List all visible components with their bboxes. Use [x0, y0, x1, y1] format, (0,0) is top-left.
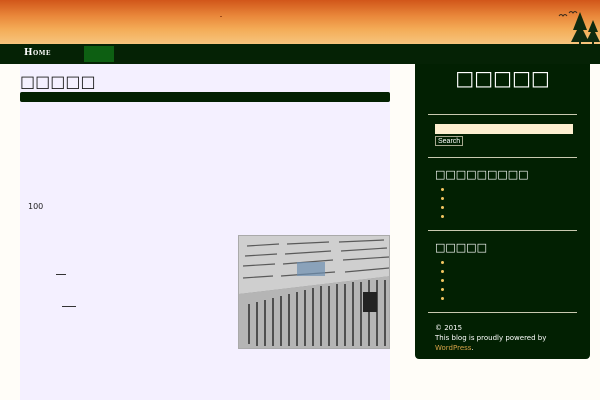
newspaper-photo — [239, 236, 389, 348]
list-item[interactable] — [441, 288, 444, 291]
list-item[interactable] — [441, 297, 444, 300]
list-item[interactable] — [441, 188, 444, 191]
sidebar-footer: © 2015 This blog is proudly powered by Wo… — [435, 323, 546, 353]
main-navigation: Home — [0, 44, 600, 64]
site-header-banner — [0, 0, 600, 46]
list-item[interactable] — [441, 261, 444, 264]
sidebar-list — [441, 261, 444, 306]
sidebar-divider — [428, 114, 577, 115]
post-body-number: 100 — [28, 202, 44, 211]
footer-copyright: © 2015 — [435, 324, 463, 332]
list-item[interactable] — [441, 270, 444, 273]
post-body-dash — [56, 274, 66, 275]
sidebar-list — [441, 188, 444, 224]
list-item[interactable] — [441, 279, 444, 282]
footer-text: This blog is proudly powered by — [435, 334, 547, 342]
trees-icon — [571, 12, 600, 46]
nav-item-current[interactable] — [84, 46, 114, 62]
title-divider-bar — [20, 92, 390, 102]
sidebar-title: □□□□□ — [455, 66, 550, 90]
sidebar-divider — [428, 230, 577, 231]
post-title[interactable]: □□□□□ — [20, 72, 96, 91]
main-content: □□□□□ 100 — [20, 64, 390, 400]
search-input[interactable] — [435, 124, 573, 134]
footer-period: . — [471, 344, 474, 352]
sidebar-section-heading: □□□□□ — [435, 241, 487, 254]
header-speck — [220, 16, 222, 17]
post-body-dash — [62, 306, 76, 307]
list-item[interactable] — [441, 206, 444, 209]
newspaper-image — [238, 235, 390, 349]
list-item[interactable] — [441, 197, 444, 200]
footer-powered-by: This blog is proudly powered by WordPress… — [435, 333, 546, 353]
sidebar-divider — [428, 157, 577, 158]
sidebar-section-heading: □□□□□□□□□ — [435, 168, 529, 181]
wordpress-link[interactable]: WordPress — [435, 344, 471, 352]
nav-item-home[interactable]: Home — [24, 48, 51, 58]
sidebar-divider — [428, 312, 577, 313]
list-item[interactable] — [441, 215, 444, 218]
search-button[interactable]: Search — [435, 136, 464, 146]
sidebar: □□□□□ Search □□□□□□□□□ □□□□□ © 2015 This… — [415, 64, 590, 359]
